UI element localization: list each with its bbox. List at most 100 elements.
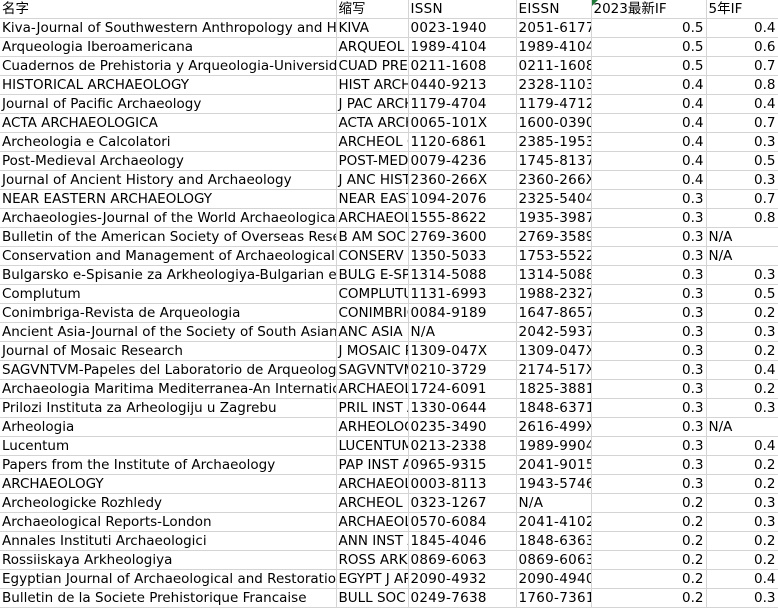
cell-abbr[interactable]: ARCHEOL CALCOLATORI xyxy=(336,132,409,152)
cell-if5yr[interactable]: 0.4 xyxy=(706,360,778,380)
cell-eissn[interactable]: 1314-5088 xyxy=(516,265,592,285)
cell-eissn[interactable]: N/A xyxy=(516,493,592,513)
cell-issn[interactable]: 0235-3490 xyxy=(408,417,517,437)
cell-if2023[interactable]: 0.2 xyxy=(591,588,707,608)
cell-name[interactable]: ARCHAEOLOGY xyxy=(0,474,337,494)
cell-if2023[interactable]: 0.3 xyxy=(591,208,707,228)
cell-name[interactable]: Journal of Mosaic Research xyxy=(0,341,337,361)
cell-eissn[interactable]: 2385-1953 xyxy=(516,132,592,152)
cell-eissn[interactable]: 2616-499X xyxy=(516,417,592,437)
cell-if2023[interactable]: 0.2 xyxy=(591,512,707,532)
cell-abbr[interactable]: CONSERV MANAG ARCHAEO xyxy=(336,246,409,266)
cell-name[interactable]: SAGVNTVM-Papeles del Laboratorio de Arqu… xyxy=(0,360,337,380)
cell-issn[interactable]: 2360-266X xyxy=(408,170,517,190)
cell-eissn[interactable]: 1600-0390 xyxy=(516,113,592,133)
cell-eissn[interactable]: 2090-4940 xyxy=(516,569,592,589)
cell-if5yr[interactable]: 0.2 xyxy=(706,303,778,323)
cell-name[interactable]: Annales Instituti Archaeologici xyxy=(0,531,337,551)
cell-if2023[interactable]: 0.4 xyxy=(591,113,707,133)
cell-if5yr[interactable]: N/A xyxy=(706,246,778,266)
cell-if2023[interactable]: 0.3 xyxy=(591,398,707,418)
cell-if5yr[interactable]: 0.4 xyxy=(706,436,778,456)
cell-if2023[interactable]: 0.4 xyxy=(591,94,707,114)
cell-if5yr[interactable]: 0.7 xyxy=(706,56,778,76)
cell-if5yr[interactable]: 0.7 xyxy=(706,189,778,209)
cell-name[interactable]: Bulletin de la Societe Prehistorique Fra… xyxy=(0,588,337,608)
cell-name[interactable]: Rossiiskaya Arkheologiya xyxy=(0,550,337,570)
cell-issn[interactable]: 0023-1940 xyxy=(408,18,517,38)
cell-name[interactable]: Post-Medieval Archaeology xyxy=(0,151,337,171)
cell-if2023[interactable]: 0.3 xyxy=(591,417,707,437)
cell-if5yr[interactable]: 0.5 xyxy=(706,151,778,171)
cell-abbr[interactable]: ARCHEOL ROZHL xyxy=(336,493,409,513)
cell-eissn[interactable]: 2769-3589 xyxy=(516,227,592,247)
cell-name[interactable]: Ancient Asia-Journal of the Society of S… xyxy=(0,322,337,342)
cell-issn[interactable]: 2090-4932 xyxy=(408,569,517,589)
cell-if2023[interactable]: 0.3 xyxy=(591,265,707,285)
cell-if5yr[interactable]: 0.2 xyxy=(706,474,778,494)
cell-name[interactable]: HISTORICAL ARCHAEOLOGY xyxy=(0,75,337,95)
cell-name[interactable]: Lucentum xyxy=(0,436,337,456)
cell-issn[interactable]: 0084-9189 xyxy=(408,303,517,323)
cell-if2023[interactable]: 0.5 xyxy=(591,37,707,57)
cell-if2023[interactable]: 0.3 xyxy=(591,341,707,361)
cell-if5yr[interactable]: 0.3 xyxy=(706,398,778,418)
cell-if5yr[interactable]: N/A xyxy=(706,417,778,437)
cell-eissn[interactable]: 1760-7361 xyxy=(516,588,592,608)
cell-if2023[interactable]: 0.5 xyxy=(591,18,707,38)
cell-name[interactable]: ACTA ARCHAEOLOGICA xyxy=(0,113,337,133)
cell-eissn[interactable]: 2042-5937 xyxy=(516,322,592,342)
cell-eissn[interactable]: 2325-5404 xyxy=(516,189,592,209)
cell-if2023[interactable]: 0.3 xyxy=(591,189,707,209)
cell-if2023[interactable]: 0.3 xyxy=(591,436,707,456)
cell-eissn[interactable]: 2174-517X xyxy=(516,360,592,380)
cell-if5yr[interactable]: 0.3 xyxy=(706,322,778,342)
cell-abbr[interactable]: ROSS ARKHEOL xyxy=(336,550,409,570)
cell-eissn[interactable]: 2041-9015 xyxy=(516,455,592,475)
cell-abbr[interactable]: HIST ARCHAEOL xyxy=(336,75,409,95)
cell-name[interactable]: NEAR EASTERN ARCHAEOLOGY xyxy=(0,189,337,209)
cell-issn[interactable]: 0570-6084 xyxy=(408,512,517,532)
cell-if2023[interactable]: 0.2 xyxy=(591,550,707,570)
cell-if2023[interactable]: 0.3 xyxy=(591,284,707,304)
cell-abbr[interactable]: ARHEOLOGIA xyxy=(336,417,409,437)
cell-eissn[interactable]: 1935-3987 xyxy=(516,208,592,228)
cell-if5yr[interactable]: 0.2 xyxy=(706,341,778,361)
cell-if2023[interactable]: 0.2 xyxy=(591,493,707,513)
cell-name[interactable]: Bulgarsko e-Spisanie za Arkheologiya-Bul… xyxy=(0,265,337,285)
cell-abbr[interactable]: ACTA ARCHAEOL xyxy=(336,113,409,133)
cell-if2023[interactable]: 0.3 xyxy=(591,379,707,399)
cell-abbr[interactable]: COMPLUTUM xyxy=(336,284,409,304)
cell-if2023[interactable]: 0.2 xyxy=(591,569,707,589)
cell-issn[interactable]: 0003-8113 xyxy=(408,474,517,494)
cell-abbr[interactable]: NEAR EAST ARCHAEOL xyxy=(336,189,409,209)
cell-abbr[interactable]: ARQUEOL IBEROAM xyxy=(336,37,409,57)
cell-name[interactable]: Conimbriga-Revista de Arqueologia xyxy=(0,303,337,323)
cell-if5yr[interactable]: 0.2 xyxy=(706,550,778,570)
cell-abbr[interactable]: BULG E-SPIS ARKHEOL xyxy=(336,265,409,285)
cell-if2023[interactable]: 0.4 xyxy=(591,75,707,95)
cell-if5yr[interactable]: 0.3 xyxy=(706,512,778,532)
cell-issn[interactable]: 0965-9315 xyxy=(408,455,517,475)
cell-eissn[interactable]: 2051-6177 xyxy=(516,18,592,38)
cell-if5yr[interactable]: 0.4 xyxy=(706,18,778,38)
cell-if2023[interactable]: 0.4 xyxy=(591,151,707,171)
cell-if2023[interactable]: 0.3 xyxy=(591,322,707,342)
cell-eissn[interactable]: 1989-4104 xyxy=(516,37,592,57)
cell-issn[interactable]: 0079-4236 xyxy=(408,151,517,171)
cell-abbr[interactable]: SAGVNTVM xyxy=(336,360,409,380)
cell-if5yr[interactable]: 0.4 xyxy=(706,569,778,589)
cell-abbr[interactable]: KIVA xyxy=(336,18,409,38)
cell-if2023[interactable]: 0.3 xyxy=(591,246,707,266)
cell-if2023[interactable]: 0.2 xyxy=(591,531,707,551)
cell-if5yr[interactable]: 0.3 xyxy=(706,132,778,152)
cell-abbr[interactable]: ARCHAEOL REP xyxy=(336,512,409,532)
cell-eissn[interactable]: 0211-1608 xyxy=(516,56,592,76)
header-cell-issn[interactable]: ISSN xyxy=(408,0,517,19)
cell-eissn[interactable]: 2328-1103 xyxy=(516,75,592,95)
cell-eissn[interactable]: 2041-4102 xyxy=(516,512,592,532)
cell-abbr[interactable]: ANC ASIA xyxy=(336,322,409,342)
cell-issn[interactable]: 1989-4104 xyxy=(408,37,517,57)
cell-issn[interactable]: 1179-4704 xyxy=(408,94,517,114)
cell-if5yr[interactable]: 0.3 xyxy=(706,493,778,513)
